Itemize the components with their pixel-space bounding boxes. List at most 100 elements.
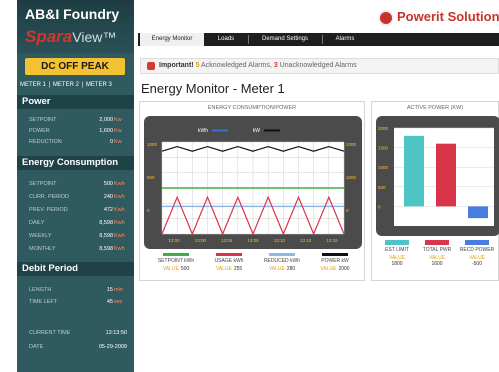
power-value-number: 1800 <box>391 261 403 267</box>
top-marker-label: kWh <box>198 128 208 134</box>
alert-icon <box>147 62 155 70</box>
active-power-panel: Active Power (kW) 2000 1500 1000 500 0 EST L… <box>371 101 499 281</box>
legend-value: VALUE 280 <box>258 266 306 272</box>
bar-total-pwr <box>436 143 456 207</box>
power-category-label: EST LIMIT <box>385 247 409 253</box>
y-left-tick: 1000 <box>147 142 158 147</box>
company-name: AB&I Foundry <box>25 6 120 22</box>
power-chart-frame: 2000 1500 1000 500 0 <box>376 116 499 236</box>
energy-unit: Kwh <box>114 181 125 187</box>
energy-label: Weekly <box>29 233 52 239</box>
energy-section-title: Energy Consumption <box>17 156 134 170</box>
power-y-tick: 0 <box>378 204 381 209</box>
debit-meta-value: 13:13:50 <box>105 330 127 336</box>
power-value-number: -500 <box>471 261 482 267</box>
legend-color-swatch <box>465 240 489 245</box>
debit-unit: min <box>114 287 123 293</box>
bar-recd-power <box>468 206 488 219</box>
energy-legend-item: REDUCED kWh VALUE 280 <box>258 253 306 272</box>
energy-unit: Kwh <box>114 194 125 200</box>
power-legend-value: VALUE -500 <box>458 255 496 267</box>
dc-off-peak-button[interactable]: DC OFF PEAK <box>25 58 125 75</box>
power-legend-item: EST LIMIT VALUE 1800 <box>378 240 416 267</box>
power-chart: 2000 1500 1000 500 0 <box>378 126 494 226</box>
power-section-title: Power <box>17 95 134 109</box>
debit-section-title: Debit Period <box>17 262 134 276</box>
y-left-tick: 500 <box>147 175 155 180</box>
energy-row: Monthly 8,598 Kwh <box>23 243 127 255</box>
energy-legend-item: POWER kW VALUE 2000 <box>311 253 359 272</box>
energy-value: 240 <box>103 194 113 200</box>
energy-value: 8,598 <box>99 233 113 239</box>
energy-legend-item: SETPOINT kWh VALUE 500 <box>152 253 200 272</box>
energy-unit: Kwh <box>114 233 125 239</box>
debit-value: 45 <box>106 299 113 305</box>
energy-chart: kWh kW 1000 500 0 2000 1000 0 13:00 13:00 13:05 13:… <box>147 128 357 243</box>
x-tick: 13:00 <box>168 238 180 243</box>
power-y-tick: 500 <box>378 185 386 190</box>
left-panel: AB&I Foundry SparaView™ DC OFF PEAK METE… <box>17 0 134 372</box>
power-y-tick: 1000 <box>378 165 389 170</box>
energy-row: Daily 8,598 Kwh <box>23 217 127 229</box>
legend-value: VALUE 2000 <box>311 266 359 272</box>
legend-color-swatch <box>216 253 242 256</box>
power-legend-item: TOTAL PWR VALUE 1600 <box>418 240 456 267</box>
meter-tab-3[interactable]: METER 3 <box>86 82 112 88</box>
meter-tab-1[interactable]: METER 1 <box>20 82 46 88</box>
legend-value: VALUE 255 <box>205 266 253 272</box>
power-panel-title: Active Power (kW) <box>406 105 464 111</box>
debit-label: Length <box>29 287 52 293</box>
energy-chart-frame: kWh kW 1000 500 0 2000 1000 0 13:00 13:00 13:05 13:… <box>144 116 362 249</box>
powerit-logo: Powerit Solution <box>378 7 499 29</box>
page-title: Energy Monitor - Meter 1 <box>141 81 285 96</box>
debit-meta-label: Date <box>29 344 44 350</box>
alert-prefix: Important! <box>159 62 194 69</box>
ack-alarm-count: 5 <box>195 62 200 69</box>
energy-legend-item: USAGE kWh VALUE 255 <box>205 253 253 272</box>
y-right-tick: 1000 <box>346 175 357 180</box>
debit-meta-label: Current Time <box>29 330 71 336</box>
power-legend-value: VALUE 1800 <box>378 255 416 267</box>
product-logo: SparaView™ <box>25 27 116 47</box>
energy-row: Weekly 8,598 Kwh <box>23 230 127 242</box>
power-legend-item: RECD POWER VALUE -500 <box>458 240 496 267</box>
legend-series-name: POWER kW <box>321 258 349 264</box>
energy-row: Curr. Period 240 Kwh <box>23 191 127 203</box>
bar-est-limit <box>404 135 424 207</box>
power-legend-value: VALUE 1600 <box>418 255 456 267</box>
energy-label: Monthly <box>29 246 56 252</box>
meter-tab-2[interactable]: METER 2 <box>53 82 79 88</box>
power-y-tick: 1500 <box>378 146 389 151</box>
legend-color-swatch <box>322 253 348 256</box>
product-suffix: View <box>72 29 103 45</box>
debit-row: Length 15 min <box>23 284 127 296</box>
legend-color-swatch <box>385 240 409 245</box>
tab-demand-settings[interactable]: Demand Settings <box>252 33 318 46</box>
alarm-alert-bar[interactable]: Important! 5 Acknowledged Alarms, 3 Unac… <box>140 58 499 74</box>
legend-value: VALUE 500 <box>152 266 200 272</box>
app-root: AB&I Foundry SparaView™ DC OFF PEAK METE… <box>0 0 499 372</box>
tab-loads[interactable]: Loads <box>208 33 244 46</box>
legend-series-name: SETPOINT kWh <box>157 258 195 264</box>
tab-energy-monitor[interactable]: Energy Monitor <box>140 33 204 46</box>
power-row: Reduction 0 Kw <box>23 136 127 148</box>
energy-label: Setpoint <box>29 181 57 187</box>
legend-value-label: VALUE <box>268 266 285 272</box>
debit-value: 15 <box>106 287 113 293</box>
energy-label: Prev. Period <box>29 207 68 213</box>
energy-value: 500 <box>103 181 113 187</box>
debit-row: Time Left 45 sec <box>23 296 127 308</box>
legend-color-swatch <box>425 240 449 245</box>
y-right-tick: 0 <box>346 208 349 213</box>
energy-value: 8,598 <box>99 246 113 252</box>
legend-value-number: 280 <box>286 266 296 272</box>
legend-series-name: USAGE kWh <box>214 258 244 264</box>
legend-value-number: 500 <box>180 266 190 272</box>
tab-alarms[interactable]: Alarms <box>326 33 364 46</box>
legend-series-name: REDUCED kWh <box>263 258 301 264</box>
debit-meta-row: Current Time 13:13:50 <box>23 327 127 339</box>
x-tick: 13:10 <box>300 238 312 243</box>
energy-unit: Kwh <box>114 207 125 213</box>
main-tabbar: Energy Monitor Loads Demand Settings Ala… <box>138 33 499 46</box>
power-category-label: RECD POWER <box>459 247 495 253</box>
